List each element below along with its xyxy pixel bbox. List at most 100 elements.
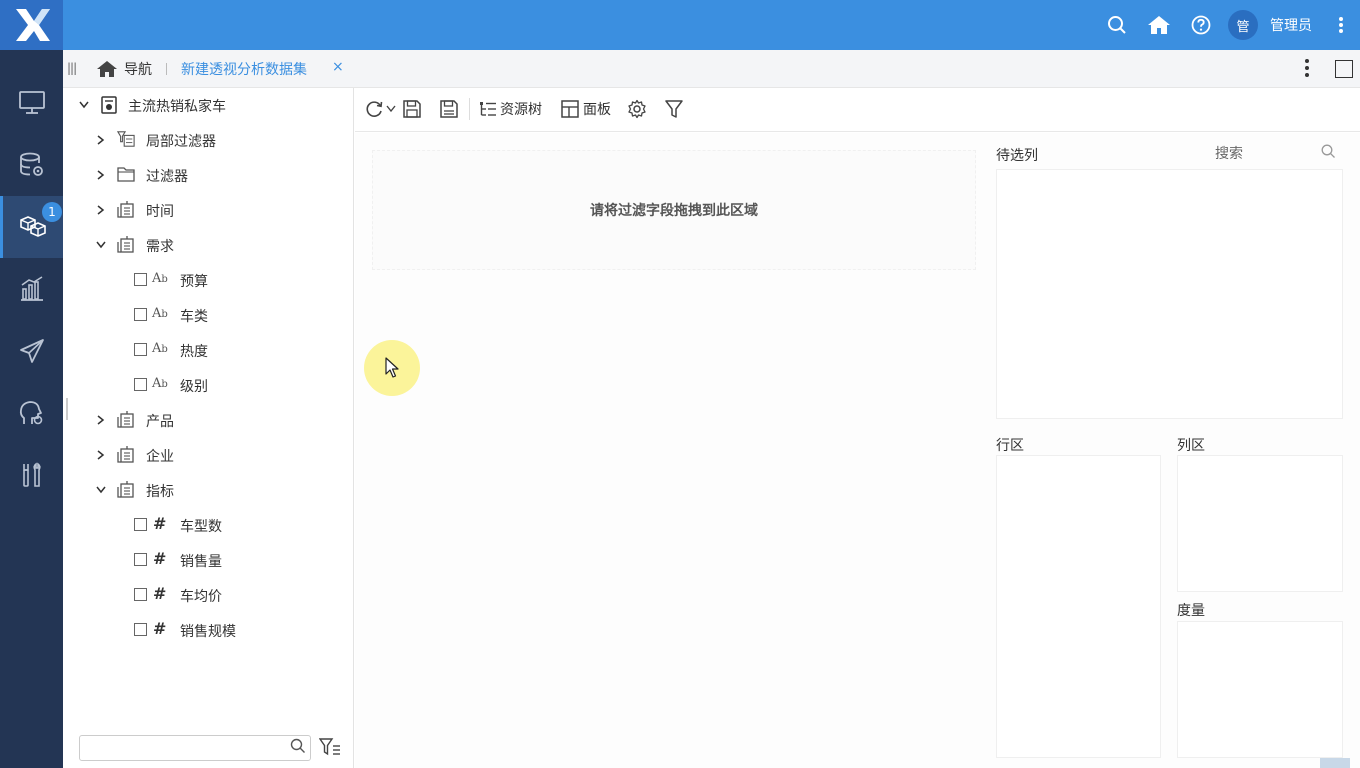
- tree-node-label: 产品: [146, 414, 174, 430]
- tree-node-metrics[interactable]: 指标: [63, 478, 354, 502]
- top-bar: 管 管理员: [0, 0, 1360, 50]
- field-checkbox[interactable]: [134, 623, 147, 636]
- resource-tree-label: 资源树: [500, 102, 542, 118]
- field-checkbox[interactable]: [134, 273, 147, 286]
- tree-field-avg-price[interactable]: # 车均价: [63, 583, 354, 607]
- save-as-icon: [440, 100, 458, 118]
- tree-node-label: 时间: [146, 204, 174, 220]
- more-vertical-icon[interactable]: [1326, 0, 1356, 50]
- tree-field-sales-scale[interactable]: # 销售规模: [63, 618, 354, 642]
- resource-tree-panel: 主流热销私家车 局部过滤器 过滤器 时间 需求 Ab 预算 Ab 车类 Ab 热…: [63, 88, 354, 768]
- measure-area-title: 度量: [1177, 603, 1205, 619]
- tree-node-product[interactable]: 产品: [63, 408, 354, 432]
- username[interactable]: 管理员: [1270, 15, 1312, 35]
- filter-drop-zone[interactable]: 请将过滤字段拖拽到此区域: [372, 150, 976, 270]
- field-checkbox[interactable]: [134, 518, 147, 531]
- panel-label: 面板: [583, 102, 611, 118]
- monitor-icon: [18, 91, 45, 114]
- tree-field-car-class[interactable]: Ab 车类: [63, 303, 354, 327]
- tree-field-sales-volume[interactable]: # 销售量: [63, 548, 354, 572]
- row-area-box[interactable]: [996, 455, 1161, 758]
- filter-button[interactable]: [665, 98, 683, 120]
- tree-field-heat[interactable]: Ab 热度: [63, 338, 354, 362]
- field-checkbox[interactable]: [134, 553, 147, 566]
- chevron-right-icon[interactable]: [95, 449, 107, 461]
- tree-field-label: 销售规模: [180, 624, 236, 640]
- column-area-box[interactable]: [1177, 455, 1343, 592]
- field-checkbox[interactable]: [134, 588, 147, 601]
- top-right-actions: 管 管理员: [1096, 0, 1360, 50]
- avatar[interactable]: 管: [1228, 10, 1258, 40]
- nav-publish[interactable]: [0, 320, 63, 382]
- tree-field-label: 车型数: [180, 519, 222, 535]
- tab-more-icon[interactable]: [1304, 58, 1310, 82]
- tab-new-dataset[interactable]: 新建透视分析数据集: [181, 59, 307, 79]
- chevron-right-icon[interactable]: [95, 204, 107, 216]
- panel-button[interactable]: 面板: [560, 98, 611, 120]
- maximize-icon[interactable]: [1335, 60, 1353, 78]
- tab-divider: [166, 63, 167, 75]
- help-icon[interactable]: [1180, 0, 1222, 50]
- chevron-right-icon[interactable]: [95, 414, 107, 426]
- search-icon[interactable]: [1096, 0, 1138, 50]
- logo-x-icon: [15, 9, 50, 41]
- tree-root[interactable]: 主流热销私家车: [63, 93, 354, 117]
- tree-node-enterprise[interactable]: 企业: [63, 443, 354, 467]
- chevron-right-icon[interactable]: [95, 134, 107, 146]
- refresh-icon: [366, 101, 383, 117]
- chevron-down-icon[interactable]: [78, 99, 90, 111]
- chevron-down-icon[interactable]: [95, 484, 107, 496]
- tree-field-label: 预算: [180, 274, 208, 290]
- bar-chart-icon: [20, 276, 43, 301]
- refresh-button[interactable]: [364, 98, 396, 120]
- nav-tools[interactable]: [0, 444, 63, 506]
- tree-node-local-filter[interactable]: 局部过滤器: [63, 128, 354, 152]
- filter-list-icon[interactable]: [318, 738, 341, 760]
- nav-analysis[interactable]: [0, 258, 63, 320]
- tree-field-label: 车均价: [180, 589, 222, 605]
- candidate-columns-box[interactable]: [996, 169, 1343, 419]
- number-field-icon: #: [153, 514, 167, 533]
- tree-field-level[interactable]: Ab 级别: [63, 373, 354, 397]
- main-toolbar: 资源树 面板: [355, 88, 1360, 132]
- tree-field-model-count[interactable]: # 车型数: [63, 513, 354, 537]
- text-field-icon: Ab: [152, 376, 168, 391]
- save-button[interactable]: [402, 98, 422, 120]
- tree-field-budget[interactable]: Ab 预算: [63, 268, 354, 292]
- nav-data-source[interactable]: [0, 134, 63, 196]
- field-checkbox[interactable]: [134, 378, 147, 391]
- dimension-icon: [117, 235, 135, 253]
- tree-node-filter[interactable]: 过滤器: [63, 163, 354, 187]
- measure-area-box[interactable]: [1177, 621, 1343, 758]
- tree-node-label: 过滤器: [146, 169, 188, 185]
- collapse-sidebar-icon[interactable]: |||: [67, 61, 77, 75]
- tab-home[interactable]: 导航: [96, 57, 152, 81]
- search-icon[interactable]: [290, 738, 306, 758]
- resource-tree-button[interactable]: 资源树: [479, 98, 542, 120]
- settings-button[interactable]: [627, 98, 647, 120]
- home-icon[interactable]: [1138, 0, 1180, 50]
- tree-node-label: 指标: [146, 484, 174, 500]
- nav-monitor[interactable]: [0, 72, 63, 134]
- row-area-title: 行区: [996, 438, 1024, 454]
- field-checkbox[interactable]: [134, 343, 147, 356]
- search-icon[interactable]: [1321, 144, 1336, 163]
- nav-ai[interactable]: [0, 382, 63, 444]
- nav-dataset[interactable]: 1: [0, 196, 63, 258]
- filter-icon: [665, 100, 683, 118]
- tree-node-label: 局部过滤器: [146, 134, 216, 150]
- save-as-button[interactable]: [439, 98, 459, 120]
- tab-close-icon[interactable]: ×: [332, 59, 344, 75]
- panel-resize-handle[interactable]: [66, 398, 68, 420]
- app-logo[interactable]: [0, 0, 63, 50]
- tree-field-label: 销售量: [180, 554, 222, 570]
- field-checkbox[interactable]: [134, 308, 147, 321]
- tree-node-demand[interactable]: 需求: [63, 233, 354, 257]
- chevron-down-icon[interactable]: [386, 105, 396, 113]
- dimension-icon: [117, 410, 135, 428]
- tree-structure-icon: [480, 102, 496, 116]
- chevron-down-icon[interactable]: [95, 239, 107, 251]
- chevron-right-icon[interactable]: [95, 169, 107, 181]
- tree-search-input[interactable]: [79, 735, 311, 761]
- tree-node-time[interactable]: 时间: [63, 198, 354, 222]
